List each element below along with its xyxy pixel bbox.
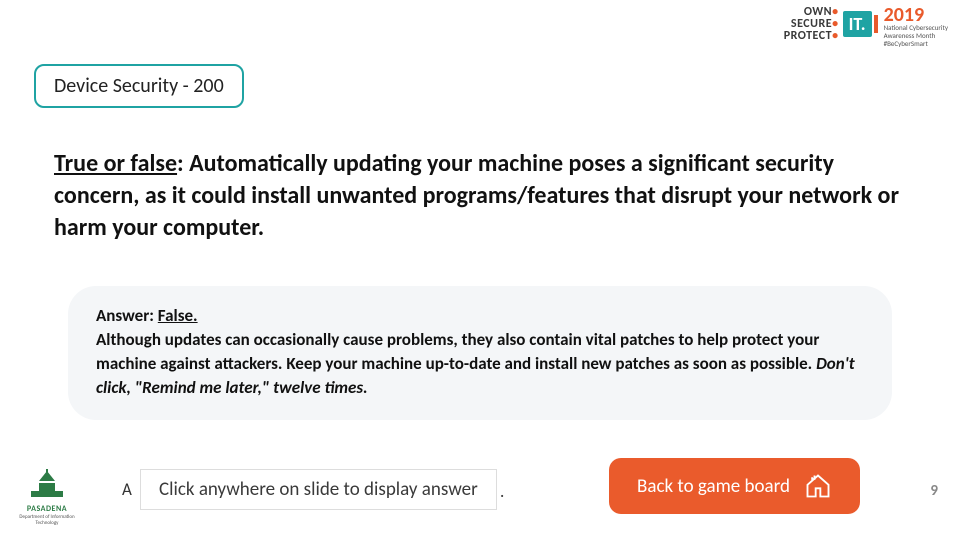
- question-body: : Automatically updating your machine po…: [54, 149, 899, 242]
- pasadena-sub: Department of Information Technology: [14, 514, 80, 526]
- hint-box: Click anywhere on slide to display answe…: [140, 469, 497, 510]
- year: 2019: [884, 6, 925, 24]
- home-icon: [804, 472, 832, 500]
- back-label: Back to game board: [637, 475, 790, 498]
- question-prefix: True or false: [54, 149, 177, 178]
- hint-trailing: .: [500, 481, 504, 502]
- event-logo: OWN• SECURE• PROTECT• IT. 2019 National …: [784, 6, 948, 48]
- logo-line3: PROTECT: [784, 29, 832, 43]
- own-secure-protect: OWN• SECURE• PROTECT• IT.: [784, 6, 872, 42]
- answer-label: Answer:: [96, 305, 158, 326]
- answer-body: Although updates can occasionally cause …: [96, 329, 819, 374]
- answer-value: False.: [158, 305, 198, 326]
- capitol-icon: [27, 469, 67, 499]
- slide[interactable]: OWN• SECURE• PROTECT• IT. 2019 National …: [0, 0, 960, 540]
- year-block: 2019 National Cybersecurity Awareness Mo…: [884, 6, 948, 48]
- answer-box: Answer: False. Although updates can occa…: [68, 286, 892, 420]
- year-sub3: #BeCyberSmart: [884, 40, 928, 48]
- question-text: True or false: Automatically updating yo…: [54, 148, 906, 244]
- page-number: 9: [930, 482, 938, 500]
- pasadena-name: PASADENA: [14, 504, 80, 514]
- it-badge: IT.: [843, 11, 872, 37]
- back-to-board-button[interactable]: Back to game board: [609, 458, 860, 514]
- category-pill: Device Security - 200: [34, 64, 244, 108]
- hint-leading: A: [122, 479, 132, 500]
- pasadena-logo: PASADENA Department of Information Techn…: [14, 469, 80, 526]
- category-label: Device Security - 200: [54, 74, 224, 98]
- hint-text: Click anywhere on slide to display answe…: [159, 478, 478, 501]
